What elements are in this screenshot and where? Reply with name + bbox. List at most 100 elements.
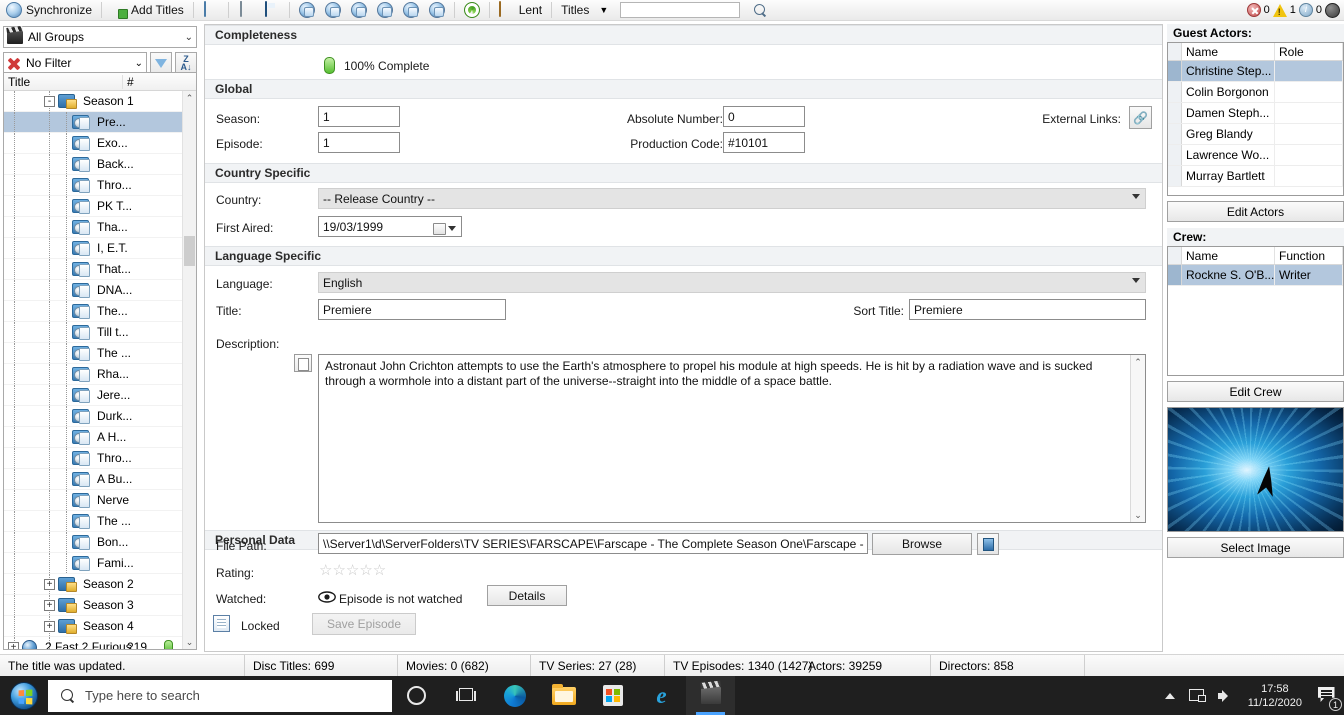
language-select[interactable]: English	[318, 272, 1146, 293]
guest-actor-row[interactable]: Christine Step...	[1168, 61, 1343, 82]
sort-title-input[interactable]: Premiere	[909, 299, 1146, 320]
tree-item-rha[interactable]: Rha...	[4, 364, 182, 385]
tree-item-back[interactable]: Back...	[4, 154, 182, 175]
tvseries-view-button[interactable]	[399, 1, 423, 20]
expand-icon[interactable]: +	[8, 641, 19, 649]
add-titles-button[interactable]: Add Titles	[107, 1, 188, 20]
tree-item-season-3[interactable]: + Season 3	[4, 595, 182, 616]
tree-item-durk[interactable]: Durk...	[4, 406, 182, 427]
row-selector[interactable]	[1168, 166, 1182, 186]
save-episode-button[interactable]: Save Episode	[312, 613, 416, 635]
toolbar-search-input[interactable]	[620, 2, 741, 18]
tree-item-the[interactable]: The ...	[4, 511, 182, 532]
synchronize-button[interactable]: Synchronize	[2, 1, 96, 20]
lent-button[interactable]: Lent	[495, 1, 546, 20]
dvd-profiler-button[interactable]	[686, 676, 735, 715]
watched-details-button[interactable]: Details	[487, 585, 567, 606]
tree-item-pre[interactable]: Pre...	[4, 112, 182, 133]
description-textarea[interactable]: Astronaut John Crichton attempts to use …	[318, 354, 1146, 523]
refresh-button[interactable]	[460, 1, 484, 20]
filter-button[interactable]	[150, 52, 172, 74]
crew-col-name[interactable]: Name	[1182, 247, 1275, 264]
search-icon[interactable]	[752, 2, 768, 18]
show-hidden-icons-button[interactable]	[1156, 676, 1184, 715]
internet-explorer-button[interactable]: e	[637, 676, 686, 715]
crew-row[interactable]: Rockne S. O'B... Writer	[1168, 265, 1343, 286]
edge-button[interactable]	[490, 676, 539, 715]
row-selector[interactable]	[1168, 145, 1182, 165]
row-selector[interactable]	[1168, 61, 1182, 81]
eye-icon[interactable]	[318, 591, 336, 603]
guest-actors-col-name[interactable]: Name	[1182, 43, 1275, 60]
boxsets-view-button[interactable]	[347, 1, 371, 20]
action-center-button[interactable]: 1	[1310, 676, 1344, 715]
error-badge[interactable]: 0	[1246, 3, 1270, 17]
task-view-button[interactable]	[441, 676, 490, 715]
guest-actors-col-role[interactable]: Role	[1275, 43, 1343, 60]
season-input[interactable]: 1	[318, 106, 400, 127]
guest-actor-row[interactable]: Colin Borgonon	[1168, 82, 1343, 103]
tree-item-bon[interactable]: Bon...	[4, 532, 182, 553]
expand-icon[interactable]: +	[44, 620, 55, 632]
date-picker-button[interactable]	[433, 219, 461, 238]
row-selector[interactable]	[1168, 124, 1182, 144]
discs-view-button[interactable]	[321, 1, 345, 20]
tree-scrollbar[interactable]: ⌃ ⌄	[182, 91, 196, 649]
row-selector[interactable]	[1168, 265, 1182, 285]
collapse-icon[interactable]: -	[44, 95, 55, 107]
title-input[interactable]: Premiere	[318, 299, 506, 320]
lock-toggle-icon[interactable]	[213, 615, 230, 632]
guest-actor-row[interactable]: Damen Steph...	[1168, 103, 1343, 124]
scroll-thumb[interactable]	[184, 236, 195, 266]
group-selector[interactable]: All Groups ⌄	[3, 26, 197, 48]
persons-view-button[interactable]	[373, 1, 397, 20]
tree-item-dna[interactable]: DNA...	[4, 280, 182, 301]
open-file-button[interactable]	[977, 533, 999, 555]
row-selector[interactable]	[1168, 82, 1182, 102]
microsoft-store-button[interactable]	[588, 676, 637, 715]
scroll-up-icon[interactable]: ⌃	[1131, 355, 1145, 369]
title-tree[interactable]: Title # - Season 1 Pre... Exo... Back... Thro…	[3, 72, 197, 650]
taskbar-search-input[interactable]: Type here to search	[48, 679, 392, 712]
tree-item-till-t[interactable]: Till t...	[4, 322, 182, 343]
scroll-down-icon[interactable]: ⌄	[183, 635, 196, 649]
tree-item-a-bu[interactable]: A Bu...	[4, 469, 182, 490]
info-badge[interactable]: 0	[1298, 3, 1322, 17]
cortana-button[interactable]	[392, 676, 441, 715]
delete-button[interactable]	[234, 1, 258, 20]
select-image-button[interactable]: Select Image	[1167, 537, 1344, 558]
tree-item-fami[interactable]: Fami...	[4, 553, 182, 574]
edit-crew-button[interactable]: Edit Crew	[1167, 381, 1344, 402]
export-button[interactable]	[199, 1, 223, 20]
crew-grid[interactable]: Name Function Rockne S. O'B... Writer	[1167, 246, 1344, 376]
tree-item-the[interactable]: The...	[4, 301, 182, 322]
movies-view-button[interactable]	[295, 1, 319, 20]
tree-item-nerve[interactable]: Nerve	[4, 490, 182, 511]
tree-item-pk-t[interactable]: PK T...	[4, 196, 182, 217]
country-select[interactable]: -- Release Country --	[318, 188, 1146, 209]
episode-input[interactable]: 1	[318, 132, 400, 153]
gear-icon[interactable]	[1325, 2, 1340, 18]
titles-dropdown[interactable]: Titles ▼	[557, 1, 612, 20]
filter-selector[interactable]: No Filter ⌄	[3, 52, 147, 74]
tree-item-jere[interactable]: Jere...	[4, 385, 182, 406]
tree-item-thro[interactable]: Thro...	[4, 175, 182, 196]
tree-item-that[interactable]: That...	[4, 259, 182, 280]
guest-actor-row[interactable]: Murray Bartlett	[1168, 166, 1343, 187]
guest-actor-row[interactable]: Lawrence Wo...	[1168, 145, 1343, 166]
scroll-down-icon[interactable]: ⌄	[1131, 508, 1145, 522]
network-button[interactable]	[1184, 676, 1212, 715]
tree-item-2-fast-2-furious[interactable]: +2 Fast 2 Furious 219	[4, 637, 182, 649]
tree-column-title[interactable]: Title	[4, 75, 122, 89]
scroll-up-icon[interactable]: ⌃	[183, 91, 196, 105]
start-button[interactable]	[0, 676, 48, 715]
episode-image-preview[interactable]	[1167, 407, 1344, 532]
rating-stars[interactable]: ☆☆☆☆☆	[319, 563, 386, 578]
clock[interactable]: 17:58 11/12/2020	[1240, 682, 1310, 710]
external-links-button[interactable]: 🔗	[1129, 106, 1152, 129]
tree-column-number[interactable]: #	[122, 74, 152, 89]
tree-item-season-4[interactable]: + Season 4	[4, 616, 182, 637]
browse-button[interactable]: Browse	[872, 533, 972, 555]
volume-button[interactable]	[1212, 676, 1240, 715]
tree-item-i-e-t[interactable]: I, E.T.	[4, 238, 182, 259]
